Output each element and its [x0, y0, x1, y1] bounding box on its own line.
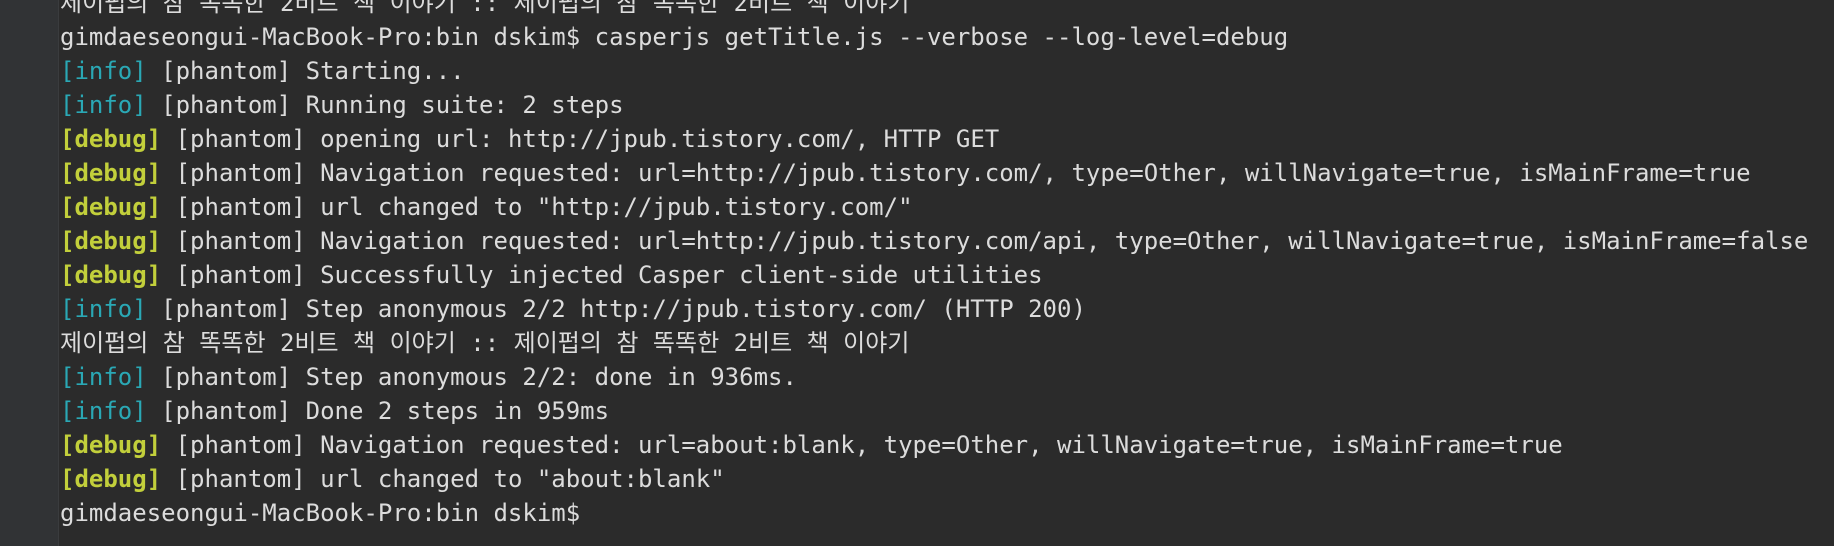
log-message: [phantom] Navigation requested: url=http…: [161, 159, 1751, 187]
terminal-line: 제이펍의 참 똑똑한 2비트 책 이야기 :: 제이펍의 참 똑똑한 2비트 책…: [60, 326, 1834, 360]
terminal-gutter: [0, 0, 59, 546]
log-level-tag: [info]: [60, 363, 147, 391]
log-level-tag: [debug]: [60, 465, 162, 493]
log-level-tag: [debug]: [60, 125, 162, 153]
log-level-tag: [debug]: [60, 261, 162, 289]
terminal-line: gimdaeseongui-MacBook-Pro:bin dskim$ cas…: [60, 20, 1834, 54]
log-message: [phantom] Successfully injected Casper c…: [161, 261, 1043, 289]
terminal-line: [debug] [phantom] url changed to "about:…: [60, 462, 1834, 496]
log-level-tag: [debug]: [60, 193, 162, 221]
log-level-tag: [debug]: [60, 227, 162, 255]
log-level-tag: [info]: [60, 91, 147, 119]
log-message: [phantom] Navigation requested: url=abou…: [161, 431, 1563, 459]
log-level-tag: [info]: [60, 295, 147, 323]
terminal-line: [debug] [phantom] url changed to "http:/…: [60, 190, 1834, 224]
terminal-line: [info] [phantom] Done 2 steps in 959ms: [60, 394, 1834, 428]
terminal-line: [info] [phantom] Running suite: 2 steps: [60, 88, 1834, 122]
terminal-line: [debug] [phantom] Navigation requested: …: [60, 224, 1834, 258]
terminal-line: [info] [phantom] Step anonymous 2/2 http…: [60, 292, 1834, 326]
log-message: [phantom] opening url: http://jpub.tisto…: [161, 125, 1000, 153]
log-message: [phantom] Starting...: [146, 57, 465, 85]
terminal-line: gimdaeseongui-MacBook-Pro:bin dskim$: [60, 496, 1834, 530]
terminal-line: [info] [phantom] Step anonymous 2/2: don…: [60, 360, 1834, 394]
log-level-tag: [info]: [60, 57, 147, 85]
terminal-window[interactable]: 제이펍의 참 똑똑한 2비트 책 이야기 :: 제이펍의 참 똑똑한 2비트 책…: [0, 0, 1834, 546]
log-level-tag: [info]: [60, 397, 147, 425]
log-message: [phantom] url changed to "about:blank": [161, 465, 725, 493]
terminal-line: [debug] [phantom] opening url: http://jp…: [60, 122, 1834, 156]
command-line: gimdaeseongui-MacBook-Pro:bin dskim$ cas…: [60, 23, 1289, 51]
shell-prompt[interactable]: gimdaeseongui-MacBook-Pro:bin dskim$: [60, 499, 580, 527]
terminal-line: [debug] [phantom] Navigation requested: …: [60, 428, 1834, 462]
terminal-line: [debug] [phantom] Successfully injected …: [60, 258, 1834, 292]
log-message: [phantom] Navigation requested: url=http…: [161, 227, 1809, 255]
log-level-tag: [debug]: [60, 159, 162, 187]
terminal-output[interactable]: 제이펍의 참 똑똑한 2비트 책 이야기 :: 제이펍의 참 똑똑한 2비트 책…: [60, 0, 1834, 530]
log-message: [phantom] Running suite: 2 steps: [146, 91, 624, 119]
terminal-line: [info] [phantom] Starting...: [60, 54, 1834, 88]
log-message: [phantom] Done 2 steps in 959ms: [146, 397, 610, 425]
log-message: [phantom] Step anonymous 2/2 http://jpub…: [146, 295, 1086, 323]
log-message: [phantom] Step anonymous 2/2: done in 93…: [146, 363, 797, 391]
log-level-tag: [debug]: [60, 431, 162, 459]
log-message: 제이펍의 참 똑똑한 2비트 책 이야기 :: 제이펍의 참 똑똑한 2비트 책…: [60, 0, 910, 17]
log-message: [phantom] url changed to "http://jpub.ti…: [161, 193, 913, 221]
page-title-output: 제이펍의 참 똑똑한 2비트 책 이야기 :: 제이펍의 참 똑똑한 2비트 책…: [60, 329, 910, 357]
terminal-line: 제이펍의 참 똑똑한 2비트 책 이야기 :: 제이펍의 참 똑똑한 2비트 책…: [60, 0, 1834, 20]
terminal-line: [debug] [phantom] Navigation requested: …: [60, 156, 1834, 190]
